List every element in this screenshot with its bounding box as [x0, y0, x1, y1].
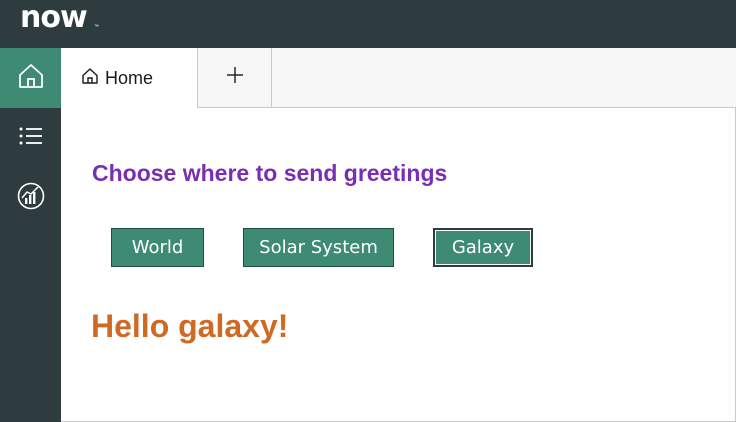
tab-home[interactable]: Home	[61, 48, 198, 108]
greeting-text: Hello galaxy!	[91, 308, 289, 344]
tab-home-label: Home	[105, 67, 154, 88]
sidebar	[0, 48, 61, 422]
sidebar-item-analytics[interactable]	[0, 168, 61, 228]
home-icon	[17, 62, 45, 95]
sidebar-item-list[interactable]	[0, 108, 61, 168]
plus-icon	[226, 66, 244, 89]
analytics-icon	[16, 181, 46, 216]
solar-system-button[interactable]: Solar System	[243, 228, 394, 267]
servicenow-logo[interactable]: now	[20, 3, 88, 33]
sidebar-item-home[interactable]	[0, 48, 61, 108]
world-button[interactable]: World	[111, 228, 204, 267]
logo-trademark: ™	[94, 24, 99, 30]
home-icon	[81, 67, 99, 90]
tab-bar: Home	[61, 48, 736, 108]
top-header: now ™	[0, 0, 736, 48]
add-tab-button[interactable]	[198, 48, 272, 107]
page-heading: Choose where to send greetings	[92, 160, 448, 186]
app-window: now ™ Home Choose where to send greeting…	[0, 0, 736, 422]
list-icon	[17, 122, 45, 155]
main-content: Choose where to send greetings World Sol…	[61, 108, 736, 422]
galaxy-button[interactable]: Galaxy	[433, 228, 533, 267]
